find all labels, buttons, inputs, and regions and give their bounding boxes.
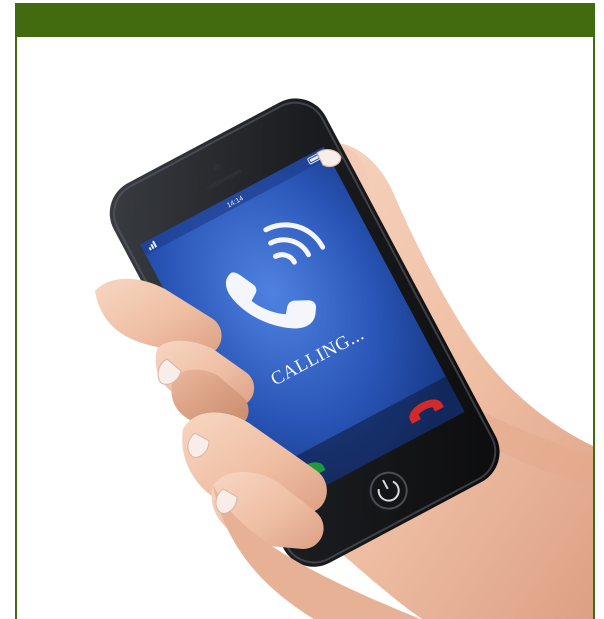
header-bar xyxy=(17,5,593,37)
photo-scene: 14:14 CALLING... xyxy=(17,37,593,619)
content-frame: 14:14 CALLING... xyxy=(15,3,595,619)
phone-in-hand-illustration: 14:14 CALLING... xyxy=(95,98,593,619)
